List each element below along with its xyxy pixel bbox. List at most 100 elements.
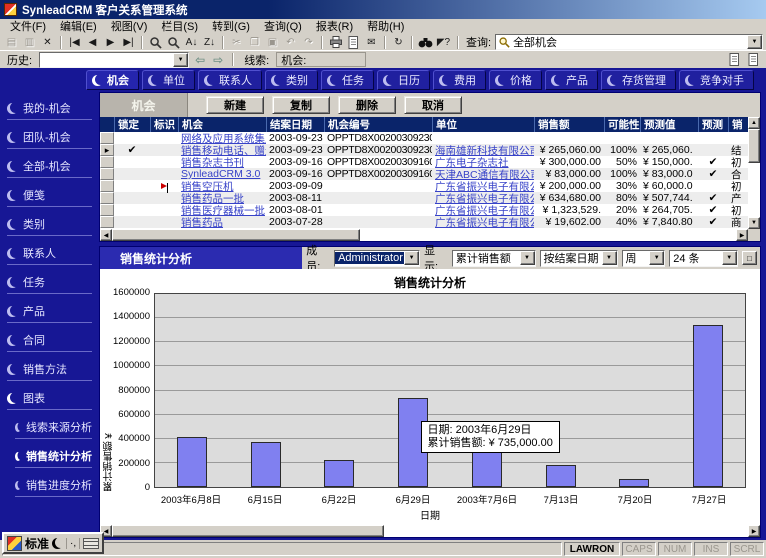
history-combobox[interactable]: ▼ — [39, 52, 189, 68]
sidebar-item-2[interactable]: 全部-机会 — [0, 156, 97, 185]
menu-item-6[interactable]: 报表(R) — [309, 20, 360, 34]
sidebar-item-10[interactable]: 图表 — [0, 388, 97, 417]
scroll-down-button[interactable]: ▼ — [748, 217, 760, 229]
panel-maximize-button[interactable]: □ — [742, 251, 757, 265]
scrollbar-thumb[interactable] — [748, 129, 760, 163]
period-combobox[interactable]: 周 ▼ — [622, 250, 666, 267]
sidebar-item-13[interactable]: 销售进度分析 — [0, 475, 97, 504]
ime-fullwidth-moon-icon[interactable] — [52, 538, 63, 549]
tab-item-2[interactable]: 联系人 — [198, 70, 262, 90]
query-new-icon[interactable] — [147, 35, 164, 50]
sidebar-item-7[interactable]: 产品 — [0, 301, 97, 330]
column-header-1[interactable]: 锁定 — [114, 117, 150, 132]
sidebar-item-3[interactable]: 便笺 — [0, 185, 97, 214]
query-dropdown-button[interactable]: ▼ — [747, 35, 762, 49]
new-button[interactable]: 新建 — [206, 96, 264, 114]
table-vertical-scrollbar[interactable]: ▲ ▼ — [748, 117, 760, 229]
menu-item-2[interactable]: 视图(V) — [104, 20, 155, 34]
row-selector-cell[interactable] — [100, 192, 114, 204]
sidebar-item-12[interactable]: 销售统计分析 — [0, 446, 97, 475]
period-dropdown-button[interactable]: ▼ — [649, 251, 664, 265]
next-record-icon[interactable]: ▶ — [102, 35, 119, 50]
tab-item-6[interactable]: 费用 — [433, 70, 486, 90]
tab-item-10[interactable]: 竞争对手 — [679, 70, 754, 90]
scroll-right-button[interactable]: ▶ — [736, 229, 748, 241]
delete-record-icon[interactable]: ✕ — [39, 35, 56, 50]
first-record-icon[interactable]: |◀ — [66, 35, 83, 50]
tab-item-0[interactable]: 机会 — [86, 70, 139, 90]
menu-item-1[interactable]: 编辑(E) — [53, 20, 104, 34]
scrollbar-thumb[interactable] — [112, 525, 384, 537]
row-selector-cell[interactable] — [100, 156, 114, 168]
column-header-5[interactable]: 机会编号 — [324, 117, 432, 132]
column-header-4[interactable]: 结案日期 — [266, 117, 324, 132]
tab-item-4[interactable]: 任务 — [321, 70, 374, 90]
sidebar-item-1[interactable]: 团队-机会 — [0, 127, 97, 156]
sidebar-item-6[interactable]: 任务 — [0, 272, 97, 301]
history-dropdown-button[interactable]: ▼ — [173, 53, 188, 67]
column-header-6[interactable]: 单位 — [432, 117, 534, 132]
tab-item-9[interactable]: 存货管理 — [601, 70, 676, 90]
view-page-alt-icon[interactable] — [745, 52, 762, 67]
scroll-up-button[interactable]: ▲ — [748, 117, 760, 129]
row-selector-cell[interactable] — [100, 216, 114, 228]
display-dropdown-button[interactable]: ▼ — [520, 251, 535, 265]
sidebar-item-5[interactable]: 联系人 — [0, 243, 97, 272]
row-selector-cell[interactable] — [100, 204, 114, 216]
group-by-combobox[interactable]: 按结案日期 ▼ — [540, 250, 618, 267]
query-edit-icon[interactable] — [165, 35, 182, 50]
chart-bar[interactable] — [619, 479, 649, 487]
scrollbar-thumb[interactable] — [112, 229, 360, 241]
delete-button[interactable]: 删除 — [338, 96, 396, 114]
column-header-11[interactable]: 销 — [728, 117, 748, 132]
chart-bar[interactable] — [693, 325, 723, 487]
query-combobox[interactable]: 全部机会 ▼ — [495, 34, 763, 50]
sidebar-item-0[interactable]: 我的-机会 — [0, 98, 97, 127]
refresh-icon[interactable]: ↻ — [390, 35, 407, 50]
member-combobox[interactable]: Administrator ▼ — [334, 250, 420, 267]
tab-item-7[interactable]: 价格 — [489, 70, 542, 90]
cancel-button[interactable]: 取消 — [404, 96, 462, 114]
print-preview-icon[interactable] — [345, 35, 362, 50]
ime-punctuation-icon[interactable]: ·, — [66, 538, 80, 549]
table-row[interactable]: 销售杂志书刊2003-09-16OPPTD8X0020030916001广东电子… — [100, 156, 748, 168]
row-selector-cell[interactable] — [100, 132, 114, 144]
menu-item-5[interactable]: 查询(Q) — [257, 20, 309, 34]
view-page-icon[interactable] — [726, 52, 743, 67]
tab-item-1[interactable]: 单位 — [142, 70, 195, 90]
sidebar-item-4[interactable]: 类别 — [0, 214, 97, 243]
group-by-dropdown-button[interactable]: ▼ — [602, 251, 617, 265]
member-dropdown-button[interactable]: ▼ — [404, 251, 419, 265]
sort-descending-icon[interactable]: Z↓ — [201, 35, 218, 50]
menu-item-0[interactable]: 文件(F) — [3, 20, 53, 34]
chart-bar[interactable] — [177, 437, 207, 487]
sort-ascending-icon[interactable]: A↓ — [183, 35, 200, 50]
ime-toolbar[interactable]: 标准 ·, — [2, 532, 104, 554]
row-selector-cell[interactable] — [100, 168, 114, 180]
menu-item-4[interactable]: 转到(G) — [205, 20, 257, 34]
chart-horizontal-scrollbar[interactable]: ◀ ▶ — [100, 525, 760, 537]
column-header-9[interactable]: 预测值 — [640, 117, 698, 132]
row-selector-cell[interactable] — [100, 180, 114, 192]
column-header-2[interactable]: 标识 — [150, 117, 178, 132]
copy-button[interactable]: 复制 — [272, 96, 330, 114]
table-row[interactable]: 销售药品2003-07-28广东省振兴电子有限公司¥ 19,602.0040%¥… — [100, 216, 748, 228]
sidebar-item-11[interactable]: 线索来源分析 — [0, 417, 97, 446]
tab-item-8[interactable]: 产品 — [545, 70, 598, 90]
opportunity-name-link[interactable]: 销售药品 — [178, 215, 266, 230]
tab-item-3[interactable]: 类别 — [265, 70, 318, 90]
sidebar-item-9[interactable]: 销售方法 — [0, 359, 97, 388]
column-header-10[interactable]: 预测 — [698, 117, 728, 132]
send-icon[interactable]: ✉ — [363, 35, 380, 50]
column-header-8[interactable]: 可能性 — [604, 117, 640, 132]
display-combobox[interactable]: 累计销售额 ▼ — [452, 250, 536, 267]
table-horizontal-scrollbar[interactable]: ◀ ▶ — [100, 229, 748, 241]
scroll-right-button[interactable]: ▶ — [748, 525, 760, 537]
column-header-7[interactable]: 销售额 — [534, 117, 604, 132]
sidebar-item-8[interactable]: 合同 — [0, 330, 97, 359]
chart-bar[interactable] — [546, 465, 576, 487]
row-selector-cell[interactable]: ▸ — [100, 144, 114, 156]
history-forward-icon[interactable]: ⇨ — [211, 53, 225, 67]
menu-item-7[interactable]: 帮助(H) — [360, 20, 411, 34]
menu-item-3[interactable]: 栏目(S) — [154, 20, 205, 34]
